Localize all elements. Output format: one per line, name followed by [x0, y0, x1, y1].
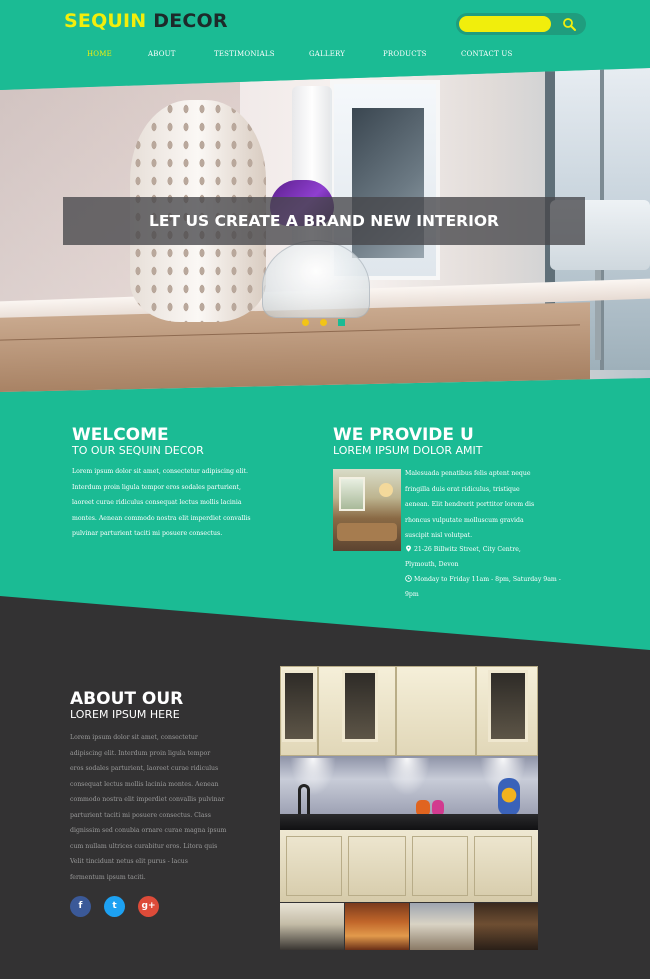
gallery-thumb-1[interactable] [280, 903, 344, 950]
provide-subtitle: LOREM IPSUM DOLOR AMIT [333, 444, 483, 457]
map-marker-icon [406, 545, 411, 552]
kitchen-cabinet [396, 666, 476, 756]
site-logo[interactable]: SEQUIN DECOR [64, 10, 228, 32]
address-line: 21-26 Billwitz Street, City Centre, [405, 542, 585, 558]
logo-word-1: SEQUIN [64, 10, 147, 32]
hero-caption: LET US CREATE A BRAND NEW INTERIOR [149, 212, 499, 230]
google-plus-icon: g+ [141, 901, 156, 911]
hero-caption-box: LET US CREATE A BRAND NEW INTERIOR [63, 197, 585, 245]
search-bar [456, 13, 586, 35]
about-line: cum nullam ultrices curabitur eros. Lito… [70, 842, 218, 850]
nav-contact[interactable]: CONTACT US [461, 50, 513, 58]
about-line: eros sodales parturient, laoreet curae r… [70, 765, 219, 772]
search-input[interactable] [459, 16, 551, 32]
welcome-line: laoreet curae ridiculus consequat lectus… [72, 499, 242, 506]
main-nav: HOME ABOUT TESTIMONIALS GALLERY PRODUCTS… [0, 50, 650, 64]
kitchen-drawer [412, 836, 468, 896]
gallery-thumb-2[interactable] [345, 903, 409, 950]
gallery-thumb-3[interactable] [410, 903, 474, 950]
gallery-thumbnails [280, 903, 538, 950]
welcome-line: Interdum proin ligula tempor eros sodale… [72, 483, 241, 491]
nav-products[interactable]: PRODUCTS [383, 50, 427, 58]
provide-line: rhoncus vulputate molluscum gravida [405, 516, 524, 524]
about-line: adipiscing elit. Interdum proin ligula t… [70, 749, 211, 757]
slider-dot-2[interactable] [320, 319, 327, 326]
welcome-line: pulvinar parturient taciti mi posuere co… [72, 530, 223, 537]
address-line-2: Plymouth, Devon [405, 557, 585, 573]
welcome-title: WELCOME [72, 425, 169, 445]
about-line: Velit tincidunt netus elit purus - lacus [70, 858, 188, 865]
about-title: ABOUT OUR [70, 689, 184, 709]
provide-line: fringilla duis erat ridiculus, tristique [405, 485, 520, 493]
kitchen-drawer [286, 836, 342, 896]
about-line: parturient taciti mi posuere consectus. … [70, 811, 211, 819]
kitchen-glass-door [282, 670, 316, 742]
kitchen-drawer [474, 836, 532, 896]
twitter-button[interactable]: t [104, 896, 125, 917]
nav-about[interactable]: ABOUT [148, 50, 176, 58]
about-subtitle: LOREM IPSUM HERE [70, 708, 180, 721]
provide-text: Malesuada penatibus felis aptent neque f… [405, 466, 585, 544]
address-text-2: Plymouth, Devon [405, 561, 459, 568]
about-line: Lorem ipsum dolor sit amet, consectetur [70, 734, 198, 741]
google-plus-button[interactable]: g+ [138, 896, 159, 917]
nav-gallery[interactable]: GALLERY [309, 50, 345, 58]
living-room-window [339, 477, 365, 511]
clock-icon [405, 575, 412, 582]
facebook-button[interactable]: f [70, 896, 91, 917]
hours-line: Monday to Friday 11am - 8pm, Saturday 9a… [405, 572, 585, 588]
living-room-sofa [337, 523, 397, 541]
kitchen-vase [498, 778, 520, 816]
welcome-line: montes. Aenean commodo nostra elit imper… [72, 514, 251, 522]
kitchen-faucet [298, 784, 310, 816]
kitchen-light [290, 758, 336, 796]
kitchen-glass-door [342, 670, 378, 742]
welcome-subtitle: TO OUR SEQUIN DECOR [72, 444, 204, 457]
search-icon [563, 18, 576, 31]
hours-text-2: 9pm [405, 591, 419, 598]
about-line: commodo nostra elit imperdiet convallis … [70, 796, 225, 803]
provide-title: WE PROVIDE U [333, 425, 474, 445]
living-room-image [333, 469, 401, 551]
search-button[interactable] [556, 14, 582, 34]
kitchen-drawer [348, 836, 406, 896]
about-line: fermentum ipsum taciti. [70, 873, 146, 881]
about-line: dignissim sed conubia ornare curae magna… [70, 827, 227, 834]
welcome-text: Lorem ipsum dolor sit amet, consectetur … [72, 464, 302, 542]
kitchen-image [280, 666, 538, 902]
slider-dot-1[interactable] [302, 319, 309, 326]
provide-line: Malesuada penatibus felis aptent neque [405, 470, 531, 477]
gallery-thumb-4[interactable] [474, 903, 538, 950]
welcome-line: Lorem ipsum dolor sit amet, consectetur … [72, 468, 248, 475]
address-text: 21-26 Billwitz Street, City Centre, [414, 546, 521, 553]
provide-line: aenean. Elit hendrerit porttitor lorem d… [405, 501, 535, 508]
twitter-icon: t [112, 901, 117, 911]
kitchen-glass-door [488, 670, 528, 742]
facebook-icon: f [78, 901, 83, 911]
nav-home[interactable]: HOME [87, 50, 112, 58]
hours-text: Monday to Friday 11am - 8pm, Saturday 9a… [414, 576, 561, 583]
logo-word-2: DECOR [153, 10, 228, 32]
kitchen-light [384, 758, 430, 796]
nav-testimonials[interactable]: TESTIMONIALS [214, 50, 275, 58]
about-text: Lorem ipsum dolor sit amet, consectetur … [70, 730, 270, 885]
hours-line-2: 9pm [405, 587, 585, 603]
about-line: consequat lectus mollis lacinia montes. … [70, 780, 219, 788]
kitchen-counter [280, 814, 538, 830]
living-room-lamp [379, 483, 393, 497]
slider-dot-3[interactable] [338, 319, 345, 326]
